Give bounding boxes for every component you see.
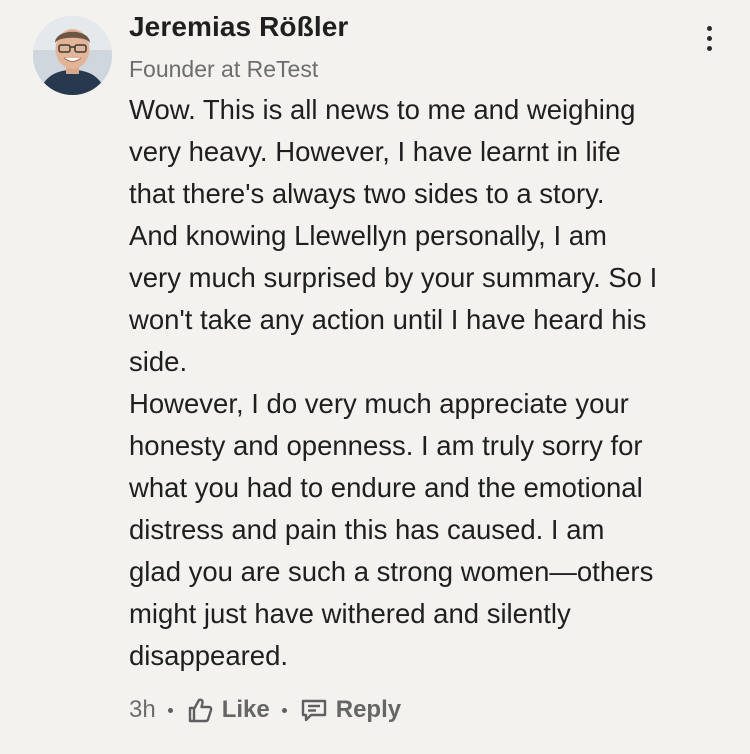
like-button[interactable]: Like [186, 696, 270, 724]
comment-line: won't take any action until I have heard… [129, 304, 647, 335]
reply-label: Reply [335, 696, 402, 723]
timestamp: 3h [129, 696, 156, 723]
avatar[interactable] [33, 16, 112, 95]
avatar-photo [33, 16, 112, 95]
comment-icon [301, 699, 326, 722]
author-name[interactable]: Jeremias Rößler [129, 11, 348, 43]
comment-line: disappeared. [129, 640, 289, 671]
like-label: Like [221, 696, 270, 723]
more-vertical-icon [706, 25, 712, 31]
comment-line: Wow. This is all news to me and weighing [129, 94, 636, 125]
comment-line: honesty and openness. I am truly sorry f… [129, 430, 643, 461]
separator-dot [167, 707, 173, 713]
thumbs-up-icon [188, 698, 213, 723]
comment-card: Jeremias Rößler Founder at ReTest Wow. T… [0, 0, 750, 754]
comment-line: glad you are such a strong women—others [129, 556, 654, 587]
comment-line: very heavy. However, I have learnt in li… [129, 136, 621, 167]
comment-line: what you had to endure and the emotional [129, 472, 643, 503]
comment-line: distress and pain this has caused. I am [129, 514, 605, 545]
comment-line: However, I do very much appreciate your [129, 388, 629, 419]
comment-line: might just have withered and silently [129, 598, 571, 629]
more-options-button[interactable] [694, 20, 724, 56]
comment-actions: 3h Like Reply [129, 690, 401, 730]
comment-line: that there's always two sides to a story… [129, 178, 605, 209]
comment-text: Wow. This is all news to me and weighing… [129, 89, 729, 677]
comment-line: And knowing Llewellyn personally, I am [129, 220, 607, 251]
separator-dot [281, 707, 287, 713]
author-headline: Founder at ReTest [129, 56, 319, 82]
comment-line: very much surprised by your summary. So … [129, 262, 658, 293]
comment-line: side. [129, 346, 188, 377]
reply-button[interactable]: Reply [300, 696, 401, 724]
